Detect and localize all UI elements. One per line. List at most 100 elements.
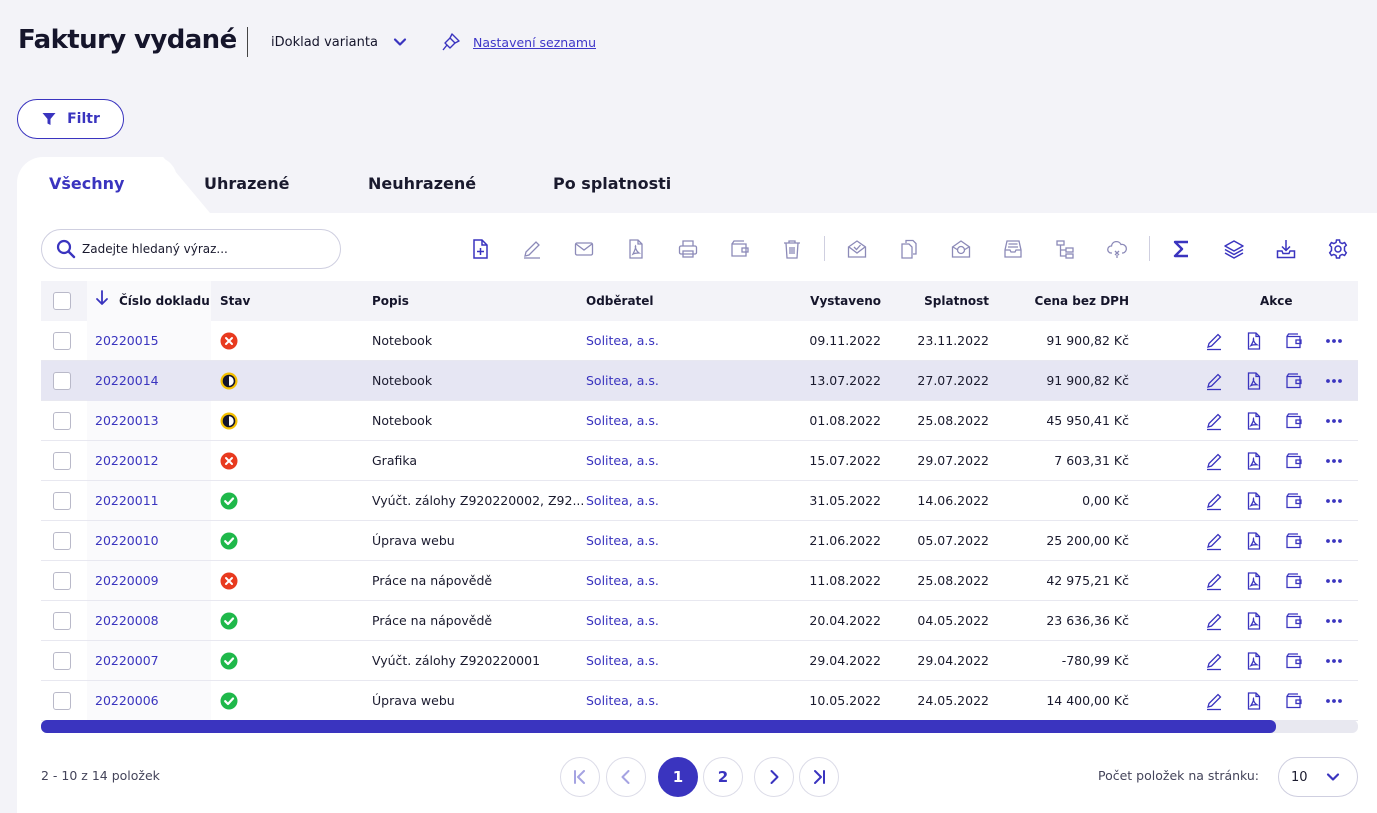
row-pdf-button[interactable]: [1243, 330, 1265, 352]
customer-link[interactable]: Solitea, a.s.: [586, 653, 659, 668]
row-checkbox[interactable]: [53, 532, 71, 550]
invoice-number-link[interactable]: 20220009: [95, 573, 159, 588]
search-input[interactable]: [82, 242, 322, 256]
pdf-button[interactable]: [623, 236, 649, 262]
customer-link[interactable]: Solitea, a.s.: [586, 333, 659, 348]
row-pdf-button[interactable]: [1243, 490, 1265, 512]
row-checkbox[interactable]: [53, 492, 71, 510]
customer-link[interactable]: Solitea, a.s.: [586, 413, 659, 428]
customer-link[interactable]: Solitea, a.s.: [586, 573, 659, 588]
row-edit-button[interactable]: [1203, 650, 1225, 672]
first-page-button[interactable]: [560, 757, 600, 797]
prev-page-button[interactable]: [606, 757, 646, 797]
row-payment-button[interactable]: [1283, 570, 1305, 592]
row-pdf-button[interactable]: [1243, 650, 1265, 672]
archive-button[interactable]: [1000, 236, 1026, 262]
table-row[interactable]: [41, 321, 1358, 361]
row-payment-button[interactable]: [1283, 330, 1305, 352]
table-row[interactable]: [41, 641, 1358, 681]
row-edit-button[interactable]: [1203, 490, 1225, 512]
customer-link[interactable]: Solitea, a.s.: [586, 373, 659, 388]
row-payment-button[interactable]: [1283, 650, 1305, 672]
email-button[interactable]: [571, 236, 597, 262]
table-row[interactable]: [41, 601, 1358, 641]
row-more-button[interactable]: [1323, 610, 1345, 632]
row-edit-button[interactable]: [1203, 370, 1225, 392]
per-page-select[interactable]: 10: [1278, 757, 1358, 797]
row-payment-button[interactable]: [1283, 450, 1305, 472]
invoice-number-link[interactable]: 20220013: [95, 413, 159, 428]
customer-link[interactable]: Solitea, a.s.: [586, 453, 659, 468]
row-checkbox[interactable]: [53, 572, 71, 590]
row-payment-button[interactable]: [1283, 370, 1305, 392]
stamp-button[interactable]: [948, 236, 974, 262]
column-amount[interactable]: Cena bez DPH: [1009, 294, 1129, 308]
filter-button[interactable]: Filtr: [17, 99, 124, 139]
row-checkbox[interactable]: [53, 692, 71, 710]
column-status[interactable]: Stav: [220, 294, 250, 308]
table-row[interactable]: [41, 401, 1358, 441]
variant-dropdown[interactable]: iDoklad varianta: [271, 34, 408, 50]
row-edit-button[interactable]: [1203, 450, 1225, 472]
customer-link[interactable]: Solitea, a.s.: [586, 693, 659, 708]
row-more-button[interactable]: [1323, 330, 1345, 352]
row-payment-button[interactable]: [1283, 410, 1305, 432]
tab-paid[interactable]: Uhrazené: [204, 174, 289, 193]
invoice-number-link[interactable]: 20220015: [95, 333, 159, 348]
sort-desc-icon[interactable]: [95, 290, 109, 306]
row-more-button[interactable]: [1323, 450, 1345, 472]
invoice-number-link[interactable]: 20220007: [95, 653, 159, 668]
table-row[interactable]: [41, 561, 1358, 601]
row-pdf-button[interactable]: [1243, 570, 1265, 592]
customer-link[interactable]: Solitea, a.s.: [586, 493, 659, 508]
invoice-number-link[interactable]: 20220011: [95, 493, 159, 508]
delete-button[interactable]: [779, 236, 805, 262]
row-payment-button[interactable]: [1283, 610, 1305, 632]
invoice-number-link[interactable]: 20220008: [95, 613, 159, 628]
row-payment-button[interactable]: [1283, 690, 1305, 712]
row-pdf-button[interactable]: [1243, 410, 1265, 432]
row-checkbox[interactable]: [53, 412, 71, 430]
row-edit-button[interactable]: [1203, 530, 1225, 552]
row-payment-button[interactable]: [1283, 530, 1305, 552]
copy-button[interactable]: [896, 236, 922, 262]
table-row[interactable]: [41, 441, 1358, 481]
horizontal-scrollbar-thumb[interactable]: [41, 720, 1276, 733]
row-more-button[interactable]: [1323, 690, 1345, 712]
row-more-button[interactable]: [1323, 410, 1345, 432]
row-more-button[interactable]: [1323, 650, 1345, 672]
customer-link[interactable]: Solitea, a.s.: [586, 533, 659, 548]
row-checkbox[interactable]: [53, 612, 71, 630]
column-customer[interactable]: Odběratel: [586, 294, 654, 308]
customer-link[interactable]: Solitea, a.s.: [586, 613, 659, 628]
row-more-button[interactable]: [1323, 530, 1345, 552]
row-edit-button[interactable]: [1203, 330, 1225, 352]
invoice-number-link[interactable]: 20220006: [95, 693, 159, 708]
next-page-button[interactable]: [754, 757, 794, 797]
column-due[interactable]: Splatnost: [889, 294, 989, 308]
tab-all[interactable]: Všechny: [49, 174, 124, 193]
table-row[interactable]: [41, 521, 1358, 561]
tab-unpaid[interactable]: Neuhrazené: [368, 174, 476, 193]
row-pdf-button[interactable]: [1243, 530, 1265, 552]
open-email-button[interactable]: [844, 236, 870, 262]
row-more-button[interactable]: [1323, 370, 1345, 392]
last-page-button[interactable]: [799, 757, 839, 797]
row-pdf-button[interactable]: [1243, 610, 1265, 632]
tab-overdue[interactable]: Po splatnosti: [553, 174, 671, 193]
new-document-button[interactable]: [467, 236, 493, 262]
page-1-button[interactable]: 1: [658, 757, 698, 797]
download-button[interactable]: [1273, 236, 1299, 262]
row-pdf-button[interactable]: [1243, 450, 1265, 472]
table-row[interactable]: [41, 361, 1358, 401]
payment-button[interactable]: [727, 236, 753, 262]
invoice-number-link[interactable]: 20220010: [95, 533, 159, 548]
list-settings-link[interactable]: Nastavení seznamu: [441, 32, 596, 52]
row-checkbox[interactable]: [53, 652, 71, 670]
sum-button[interactable]: [1169, 236, 1195, 262]
row-more-button[interactable]: [1323, 570, 1345, 592]
select-all-checkbox[interactable]: [53, 292, 71, 310]
hierarchy-button[interactable]: [1052, 236, 1078, 262]
table-row[interactable]: [41, 681, 1358, 721]
row-more-button[interactable]: [1323, 490, 1345, 512]
